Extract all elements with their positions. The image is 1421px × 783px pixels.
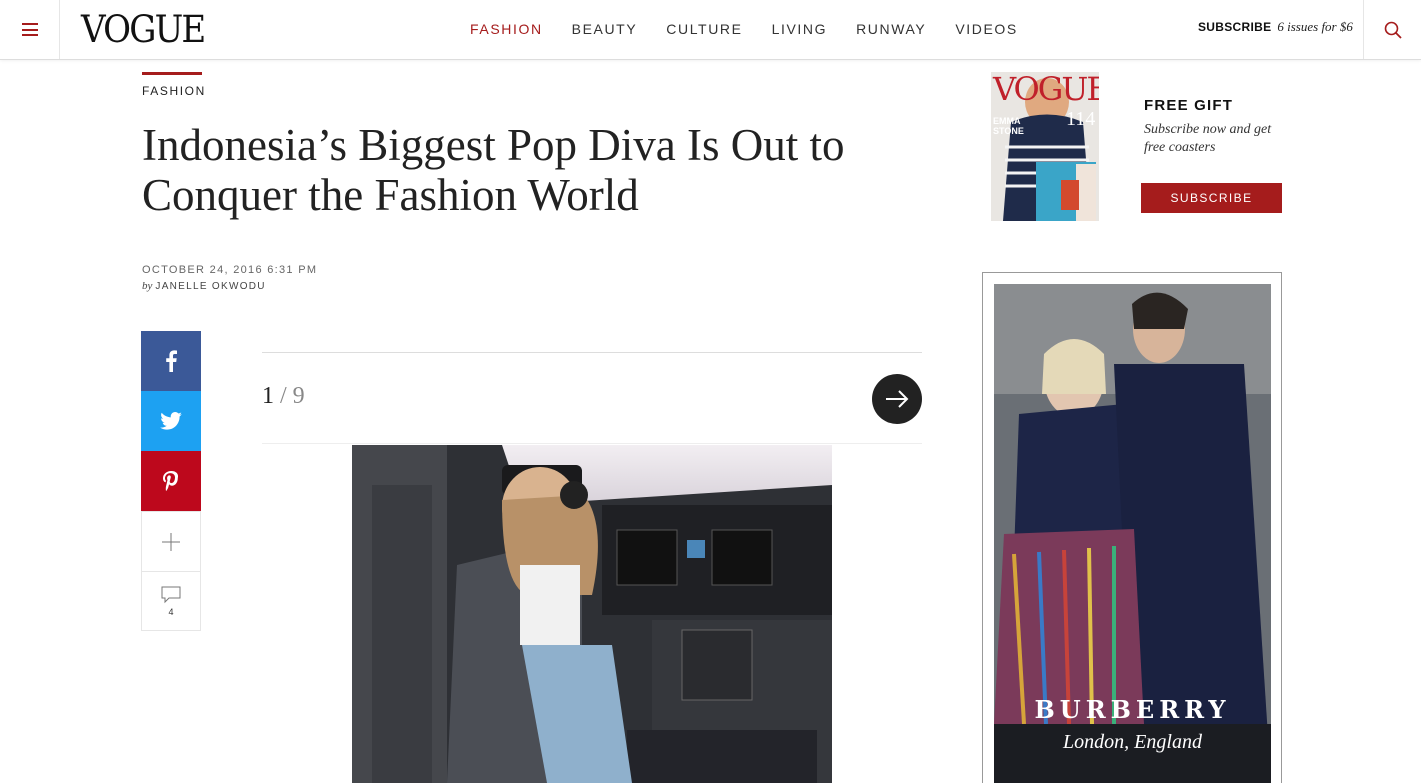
comment-count: 4 [168,606,174,617]
byline-prefix: by [142,280,153,292]
vogue-logo[interactable]: VOGUE [81,10,206,50]
gallery-divider-bottom [262,443,922,444]
hamburger-icon [21,23,38,36]
cover-logo: VOGUE [993,72,1099,108]
ad-brand: BURBERRY [1034,695,1231,724]
pinterest-icon [163,471,179,491]
article-date: OCTOBER 24, 2016 6:31 PM [142,264,318,276]
gallery-next-button[interactable] [872,374,922,424]
comments-button[interactable]: 4 [141,571,201,631]
article-kicker[interactable]: FASHION [142,84,206,98]
author-name[interactable]: JANELLE OKWODU [155,281,265,292]
top-navigation-bar: VOGUE FASHION BEAUTY CULTURE LIVING RUNW… [0,0,1421,60]
nav-runway[interactable]: RUNWAY [856,20,926,38]
kicker-rule [142,72,202,75]
gallery-photo[interactable] [352,445,832,783]
cover-number: 114 [1066,108,1096,130]
share-rail: 4 [141,331,201,631]
article-byline: by JANELLE OKWODU [142,280,266,292]
gallery-total: 9 [292,383,305,409]
nav-beauty[interactable]: BEAUTY [572,20,638,38]
search-icon [1384,21,1402,39]
facebook-share-button[interactable] [141,331,201,391]
gallery-counter: 1 / 9 [262,383,305,410]
facebook-icon [166,350,177,372]
subscribe-label: SUBSCRIBE [1198,20,1272,34]
twitter-icon [160,412,182,430]
pinterest-share-button[interactable] [141,451,201,511]
cockpit-photo-image [352,445,832,783]
menu-button[interactable] [0,0,60,59]
burberry-ad[interactable]: BURBERRY London, England [994,284,1271,783]
ad-location: London, England [1063,731,1202,753]
promo-subscribe-button[interactable]: SUBSCRIBE [1141,183,1282,213]
promo-title: FREE GIFT [1144,97,1234,114]
magazine-cover[interactable]: VOGUE EMMA STONE 114 [991,72,1099,221]
main-nav: FASHION BEAUTY CULTURE LIVING RUNWAY VID… [470,20,1047,38]
more-share-button[interactable] [141,511,201,571]
subscribe-promo-link[interactable]: SUBSCRIBE 6 issues for $6 [1198,19,1353,35]
nav-living[interactable]: LIVING [772,20,828,38]
subscribe-offer: 6 issues for $6 [1277,19,1353,34]
promo-copy: Subscribe now and get free coasters [1144,122,1272,155]
gallery-divider-top [262,352,922,353]
gallery-current: 1 [262,383,274,409]
cover-name: EMMA STONE [993,116,1024,136]
article-headline: Indonesia’s Biggest Pop Diva Is Out to C… [142,120,845,220]
search-button[interactable] [1363,0,1421,59]
twitter-share-button[interactable] [141,391,201,451]
plus-icon [162,532,180,551]
comment-icon [161,586,181,603]
nav-videos[interactable]: VIDEOS [955,20,1018,38]
arrow-right-icon [886,390,909,408]
nav-fashion[interactable]: FASHION [470,20,543,38]
gallery-separator: / [280,383,287,409]
nav-culture[interactable]: CULTURE [666,20,742,38]
